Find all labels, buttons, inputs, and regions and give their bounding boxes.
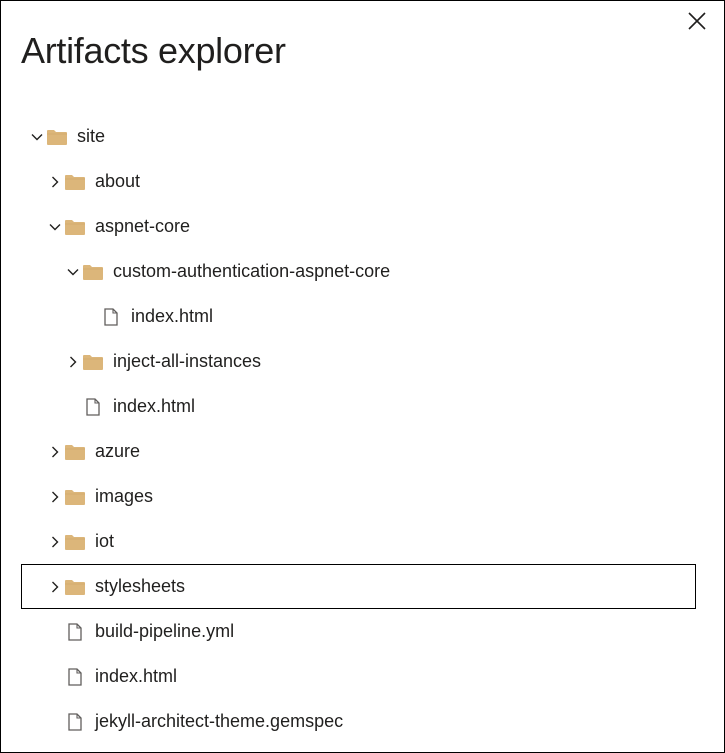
tree-item-label: build-pipeline.yml — [95, 621, 235, 641]
chevron-right-icon[interactable] — [47, 444, 63, 460]
artifacts-explorer-panel: Artifacts explorer site about aspnet-core c… — [0, 0, 725, 753]
tree-item-build-pipeline-yml[interactable]: build-pipeline.yml — [1, 609, 724, 654]
folder-icon — [65, 578, 85, 596]
tree-item-about[interactable]: about — [1, 159, 724, 204]
tree-item-label: azure — [95, 441, 141, 461]
tree-item-label: index.html — [131, 306, 214, 326]
tree-item-index-html[interactable]: index.html — [1, 384, 724, 429]
tree-item-label: custom-authentication-aspnet-core — [113, 261, 391, 281]
tree-item-index-html[interactable]: index.html — [1, 654, 724, 699]
tree-item-label: jekyll-architect-theme.gemspec — [95, 711, 344, 731]
tree-item-aspnet-core[interactable]: aspnet-core — [1, 204, 724, 249]
folder-icon — [65, 218, 85, 236]
tree-item-label: site — [77, 126, 106, 146]
chevron-right-icon[interactable] — [65, 354, 81, 370]
folder-icon — [65, 443, 85, 461]
file-icon — [83, 397, 103, 416]
tree-item-jekyll-architect-theme-gemspec[interactable]: jekyll-architect-theme.gemspec — [1, 699, 724, 744]
chevron-down-icon[interactable] — [29, 129, 45, 145]
tree-item-stylesheets[interactable]: stylesheets — [21, 564, 696, 609]
tree-item-images[interactable]: images — [1, 474, 724, 519]
tree-item-label: index.html — [113, 396, 196, 416]
tree-item-inject-all-instances[interactable]: inject-all-instances — [1, 339, 724, 384]
folder-icon — [83, 353, 103, 371]
close-icon — [688, 12, 706, 30]
artifacts-tree: site about aspnet-core custom-authenticatio… — [1, 114, 724, 744]
chevron-down-icon[interactable] — [47, 219, 63, 235]
folder-icon — [65, 488, 85, 506]
tree-item-label: about — [95, 171, 141, 191]
tree-item-label: stylesheets — [95, 576, 186, 596]
folder-icon — [65, 533, 85, 551]
file-icon — [65, 622, 85, 641]
folder-icon — [65, 173, 85, 191]
close-button[interactable] — [685, 9, 709, 33]
tree-item-label: iot — [95, 531, 115, 551]
chevron-right-icon[interactable] — [47, 579, 63, 595]
file-icon — [65, 667, 85, 686]
tree-item-index-html[interactable]: index.html — [1, 294, 724, 339]
tree-item-site[interactable]: site — [1, 114, 724, 159]
tree-item-custom-authentication-aspnet-core[interactable]: custom-authentication-aspnet-core — [1, 249, 724, 294]
file-icon — [65, 712, 85, 731]
tree-item-iot[interactable]: iot — [1, 519, 724, 564]
panel-title: Artifacts explorer — [21, 30, 286, 71]
chevron-right-icon[interactable] — [47, 489, 63, 505]
tree-item-label: images — [95, 486, 154, 506]
chevron-right-icon[interactable] — [47, 174, 63, 190]
chevron-down-icon[interactable] — [65, 264, 81, 280]
folder-icon — [83, 263, 103, 281]
tree-item-azure[interactable]: azure — [1, 429, 724, 474]
tree-item-label: inject-all-instances — [113, 351, 262, 371]
folder-icon — [47, 128, 67, 146]
tree-item-label: index.html — [95, 666, 178, 686]
tree-item-label: aspnet-core — [95, 216, 191, 236]
file-icon — [101, 307, 121, 326]
chevron-right-icon[interactable] — [47, 534, 63, 550]
